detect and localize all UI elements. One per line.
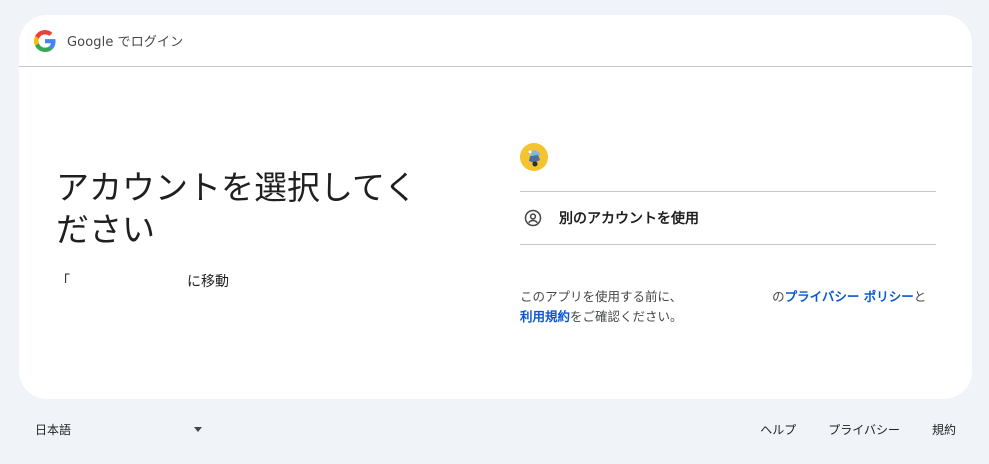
disclaimer-prefix: このアプリを使用する前に、 <box>520 289 683 304</box>
use-another-account-label: 別のアカウントを使用 <box>559 211 699 227</box>
disclaimer-suffix: をご確認ください。 <box>570 309 683 324</box>
avatar-art-icon <box>520 143 548 171</box>
language-label: 日本語 <box>35 423 72 437</box>
account-circle-icon <box>524 209 542 227</box>
continue-to-label: に移動 <box>187 274 229 290</box>
app-name-blank <box>64 271 187 291</box>
page-title-line-2: ださい <box>56 210 155 249</box>
privacy-link[interactable]: プライバシー <box>828 421 900 438</box>
language-selector[interactable]: 日本語 <box>35 421 205 438</box>
account-item[interactable] <box>520 143 936 191</box>
terms-footer-link[interactable]: 規約 <box>932 421 956 438</box>
page-title: アカウントを選択してく ださい <box>56 167 476 251</box>
user-avatar-icon <box>520 143 548 171</box>
footer: 日本語 ヘルプ プライバシー 規約 <box>0 421 989 441</box>
left-panel: アカウントを選択してく ださい 「 に移動 <box>56 167 476 291</box>
caret-down-icon <box>194 427 202 432</box>
help-link[interactable]: ヘルプ <box>760 421 796 438</box>
right-panel: 別のアカウントを使用 このアプリを使用する前に、 のプライバシー ポリシーと利用規… <box>520 143 936 327</box>
privacy-policy-link[interactable]: プライバシー ポリシー <box>785 289 914 304</box>
divider <box>520 244 936 245</box>
disclaimer-of: の <box>772 289 785 304</box>
card-header: Google でログイン <box>19 15 972 67</box>
google-g-icon <box>34 29 56 52</box>
page-title-line-1: アカウントを選択してく <box>56 168 418 207</box>
footer-links: ヘルプ プライバシー 規約 <box>728 421 956 438</box>
open-quote: 「 <box>56 274 70 290</box>
continue-to-app: 「 に移動 <box>56 271 476 291</box>
privacy-disclaimer: このアプリを使用する前に、 のプライバシー ポリシーと利用規約をご確認ください。 <box>520 287 936 327</box>
use-another-account-button[interactable]: 別のアカウントを使用 <box>520 192 936 244</box>
sign-in-card: Google でログイン アカウントを選択してく ださい 「 に移動 別のアカウ… <box>19 15 972 399</box>
disclaimer-and: と <box>913 289 927 304</box>
terms-link[interactable]: 利用規約 <box>520 309 570 324</box>
header-title: Google でログイン <box>67 35 184 50</box>
